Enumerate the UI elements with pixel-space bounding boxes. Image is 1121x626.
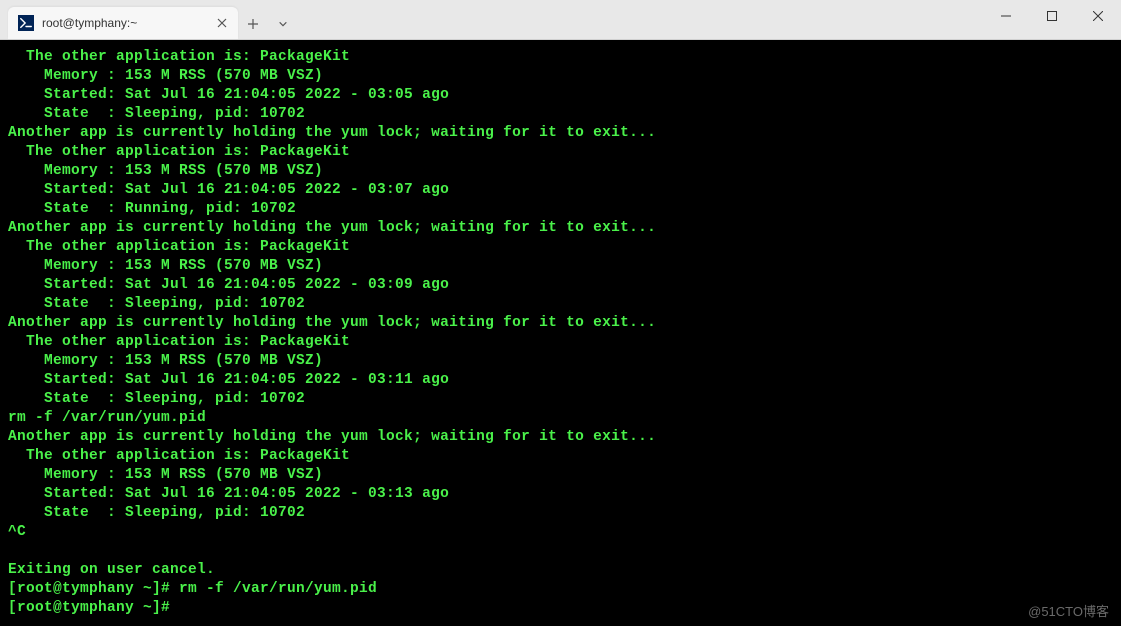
tab-group: root@tymphany:~ <box>0 0 298 39</box>
close-icon[interactable] <box>214 15 230 31</box>
minimize-button[interactable] <box>983 0 1029 32</box>
window-controls <box>983 0 1121 39</box>
close-window-button[interactable] <box>1075 0 1121 32</box>
powershell-icon <box>18 15 34 31</box>
tab-dropdown-button[interactable] <box>268 9 298 39</box>
new-tab-button[interactable] <box>238 9 268 39</box>
terminal-output[interactable]: The other application is: PackageKit Mem… <box>0 40 1121 618</box>
tab-active[interactable]: root@tymphany:~ <box>8 7 238 39</box>
watermark: @51CTO博客 <box>1028 601 1109 620</box>
tab-title: root@tymphany:~ <box>42 16 206 30</box>
maximize-button[interactable] <box>1029 0 1075 32</box>
titlebar: root@tymphany:~ <box>0 0 1121 40</box>
terminal-text: The other application is: PackageKit Mem… <box>8 49 656 616</box>
